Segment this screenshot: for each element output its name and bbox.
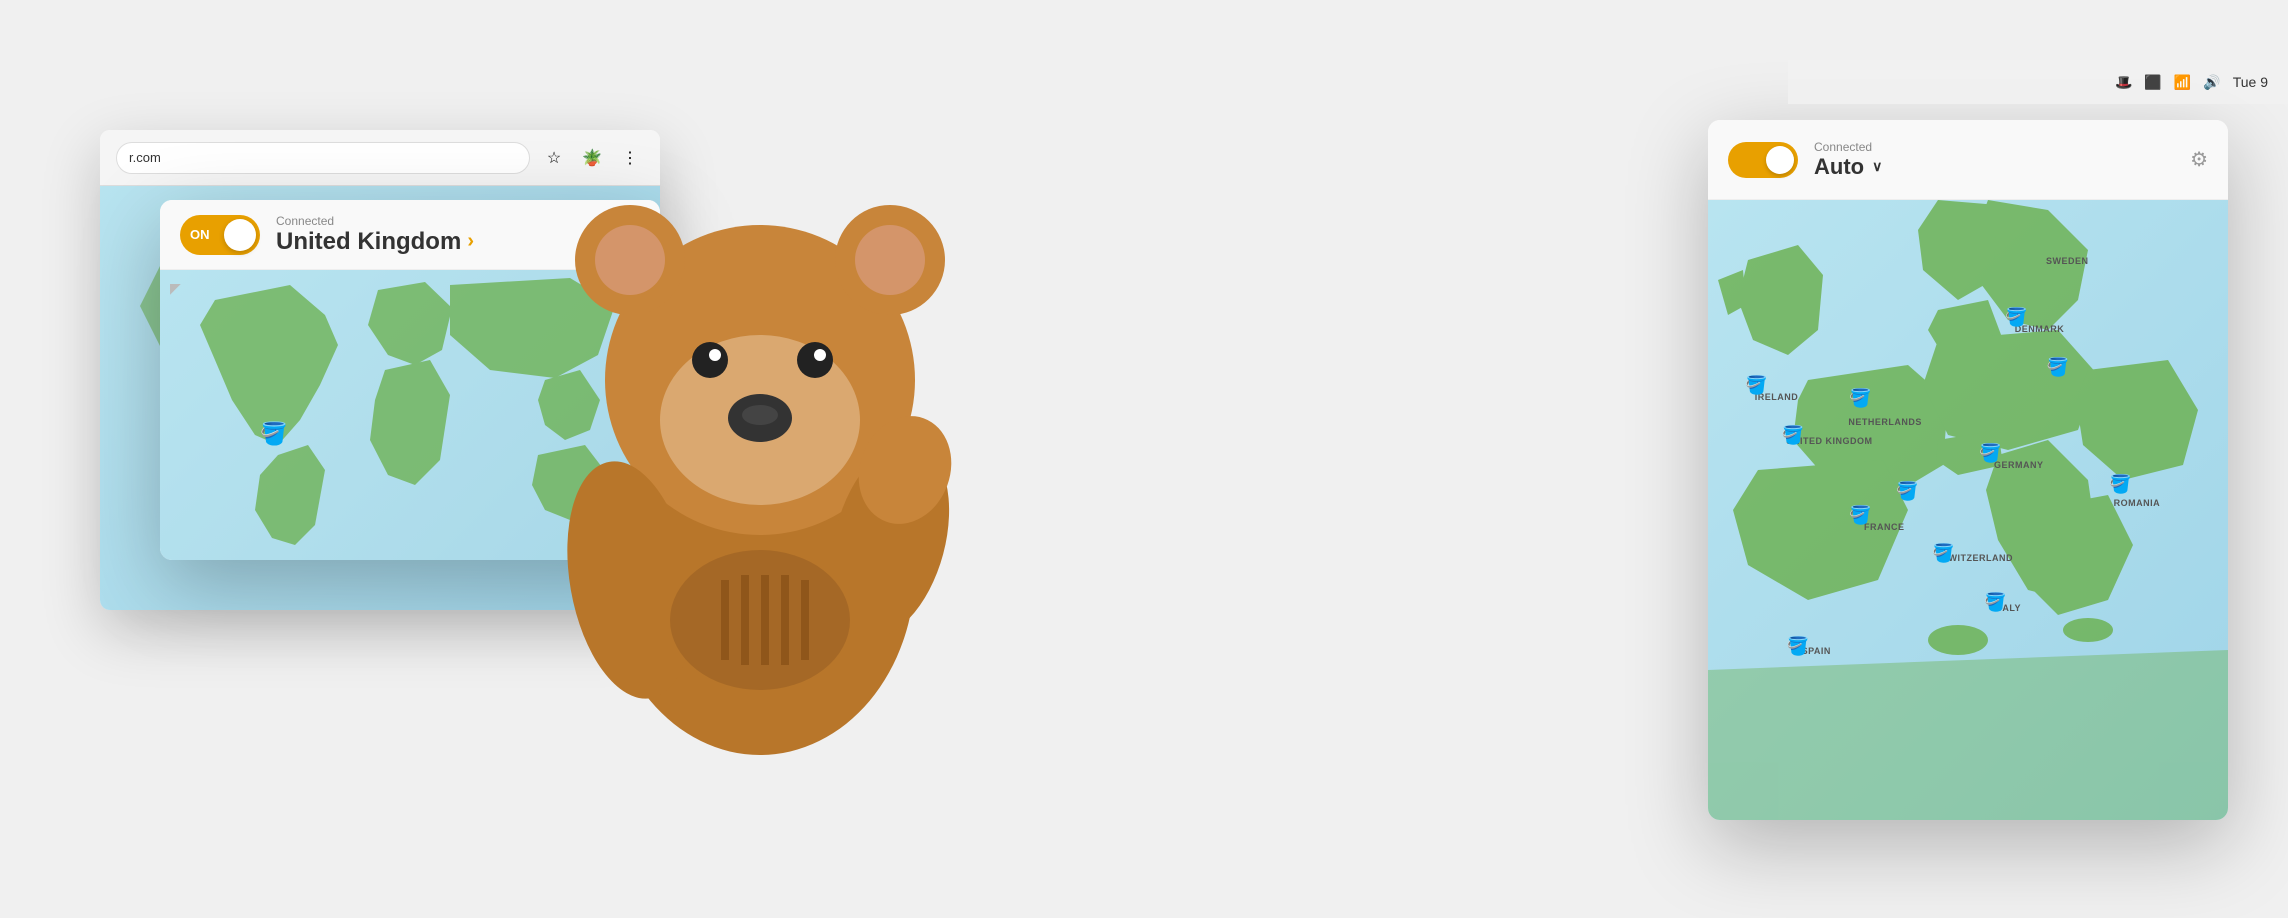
vpn-popup-right-header: Connected Auto ∨ ⚙: [1708, 120, 2228, 200]
menubar-volume-icon: 🔊: [2203, 74, 2220, 91]
browser-url-text: r.com: [129, 150, 161, 165]
bear-svg: [550, 150, 970, 770]
honey-pot-10: 🪣: [1786, 634, 1810, 658]
bear-mascot: [550, 150, 970, 770]
honey-pot-11: 🪣: [2108, 473, 2132, 497]
honey-pot-9: 🪣: [1984, 591, 2008, 615]
vpn-right-settings-button[interactable]: ⚙: [2190, 147, 2208, 172]
vpn-right-location-button[interactable]: Auto ∨: [1814, 154, 1882, 180]
country-label: NETHERLANDS: [1848, 417, 1922, 427]
toggle-auto-knob: [1766, 146, 1794, 174]
menubar-wifi-icon: 📶: [2174, 74, 2191, 91]
menubar-hat-icon: 🎩: [2115, 74, 2132, 91]
vpn-connected-label: Connected: [276, 214, 474, 228]
honey-pot-0: 🪣: [1744, 374, 1768, 398]
vpn-right-toggle-area: Connected Auto ∨: [1728, 140, 1882, 180]
vpn-right-map: IRELANDUNITED KINGDOMNETHERLANDSSWEDENDE…: [1708, 200, 2228, 820]
country-label: SWEDEN: [2046, 256, 2089, 266]
vpn-popup-right: ◤ Connected Auto ∨ ⚙: [1708, 120, 2228, 820]
vpn-location-text: United Kingdom: [276, 228, 461, 256]
toggle-knob: [224, 219, 256, 251]
vpn-right-europe-map-svg: [1708, 200, 2228, 820]
honey-pot-7: 🪣: [1932, 541, 1956, 565]
vpn-location-button[interactable]: United Kingdom ›: [276, 228, 474, 256]
vpn-right-toggle-button[interactable]: [1728, 142, 1798, 178]
vpn-right-connected-label: Connected: [1814, 140, 1882, 154]
vpn-toggle-area: ON Connected United Kingdom ›: [180, 214, 474, 256]
toggle-on-label: ON: [190, 227, 210, 242]
honey-pot-3: 🪣: [2004, 305, 2028, 329]
browser-address-bar[interactable]: r.com: [116, 142, 530, 174]
menubar-time: Tue 9: [2233, 74, 2268, 90]
honey-pot-2: 🪣: [1848, 386, 1872, 410]
vpn-right-chevron: ∨: [1872, 158, 1882, 175]
vpn-right-info: Connected Auto ∨: [1814, 140, 1882, 180]
honey-pot-8: 🪣: [1895, 479, 1919, 503]
system-menubar: 🎩 ⬛ 📶 🔊 Tue 9: [1788, 60, 2288, 104]
menubar-airplay-icon: ⬛: [2144, 74, 2161, 91]
honey-pot-6: 🪣: [1848, 504, 1872, 528]
vpn-connection-info: Connected United Kingdom ›: [276, 214, 474, 256]
country-label: ROMANIA: [2114, 498, 2161, 508]
honey-pot-4: 🪣: [2046, 355, 2070, 379]
honey-pot-5: 🪣: [1978, 442, 2002, 466]
vpn-right-location-text: Auto: [1814, 154, 1864, 180]
vpn-location-chevron: ›: [467, 230, 474, 253]
honey-pot-1: 🪣: [1781, 423, 1805, 447]
honey-bear-marker: 🪣: [260, 421, 287, 447]
vpn-toggle-button[interactable]: ON: [180, 215, 260, 255]
